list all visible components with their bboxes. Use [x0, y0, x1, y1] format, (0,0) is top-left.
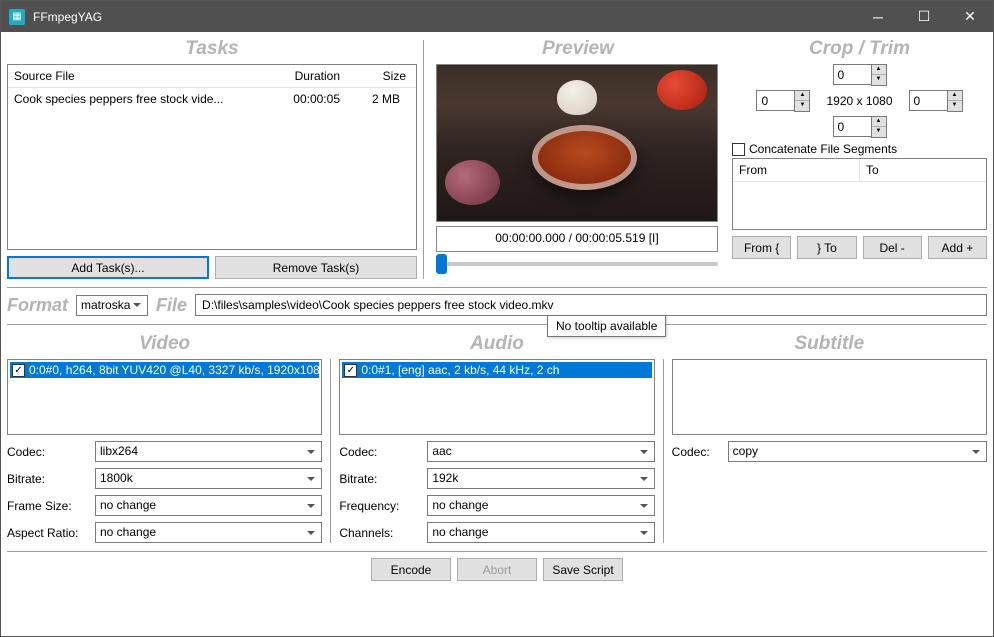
to-button[interactable]: } To	[797, 236, 856, 259]
concat-checkbox[interactable]	[732, 143, 745, 156]
preview-header: Preview	[430, 38, 726, 60]
video-aspect-label: Aspect Ratio:	[7, 526, 89, 540]
spin-down-icon[interactable]: ▼	[872, 75, 886, 85]
crop-top-input[interactable]: ▲▼	[833, 64, 887, 86]
crop-bottom-input[interactable]: ▲▼	[833, 116, 887, 138]
save-script-button[interactable]: Save Script	[543, 558, 623, 581]
video-bitrate-label: Bitrate:	[7, 472, 89, 486]
video-stream-item[interactable]: ✓ 0:0#0, h264, 8bit YUV420 @L40, 3327 kb…	[10, 362, 319, 378]
preview-image	[436, 64, 718, 222]
concat-label: Concatenate File Segments	[749, 142, 897, 156]
crop-dimensions: 1920 x 1080	[816, 94, 902, 108]
video-stream-list[interactable]: ✓ 0:0#0, h264, 8bit YUV420 @L40, 3327 kb…	[7, 359, 322, 435]
video-framesize-select[interactable]: no change	[95, 495, 322, 516]
file-label: File	[156, 295, 187, 316]
from-button[interactable]: From {	[732, 236, 791, 259]
audio-channels-select[interactable]: no change	[427, 522, 654, 543]
subtitle-codec-label: Codec:	[672, 445, 722, 459]
minimize-button[interactable]: ─	[855, 1, 901, 32]
spin-up-icon[interactable]: ▲	[872, 65, 886, 75]
subtitle-stream-list[interactable]	[672, 359, 987, 435]
col-duration[interactable]: Duration	[246, 65, 346, 87]
subtitle-header: Subtitle	[672, 333, 987, 355]
seg-col-from[interactable]: From	[733, 159, 860, 181]
add-task-button[interactable]: Add Task(s)...	[7, 256, 209, 279]
audio-bitrate-select[interactable]: 192k	[427, 468, 654, 489]
audio-stream-checkbox[interactable]: ✓	[344, 364, 357, 377]
del-button[interactable]: Del -	[863, 236, 922, 259]
video-header: Video	[7, 333, 322, 355]
task-source: Cook species peppers free stock vide...	[14, 92, 240, 106]
tooltip: No tooltip available	[547, 315, 666, 337]
subtitle-codec-select[interactable]: copy	[728, 441, 987, 462]
segments-table: From To	[732, 158, 987, 230]
maximize-button[interactable]: ☐	[901, 1, 947, 32]
tasks-header: Tasks	[7, 38, 417, 60]
audio-freq-label: Frequency:	[339, 499, 421, 513]
encode-button[interactable]: Encode	[371, 558, 451, 581]
close-button[interactable]: ✕	[947, 1, 993, 32]
task-size: 2 MB	[340, 92, 410, 106]
crop-left-input[interactable]: ▲▼	[756, 90, 810, 112]
audio-codec-label: Codec:	[339, 445, 421, 459]
task-row[interactable]: Cook species peppers free stock vide... …	[8, 88, 416, 110]
format-label: Format	[7, 295, 68, 316]
audio-bitrate-label: Bitrate:	[339, 472, 421, 486]
audio-freq-select[interactable]: no change	[427, 495, 654, 516]
video-stream-label: 0:0#0, h264, 8bit YUV420 @L40, 3327 kb/s…	[29, 363, 319, 377]
audio-stream-item[interactable]: ✓ 0:0#1, [eng] aac, 2 kb/s, 44 kHz, 2 ch	[342, 362, 651, 378]
audio-stream-list[interactable]: ✓ 0:0#1, [eng] aac, 2 kb/s, 44 kHz, 2 ch	[339, 359, 654, 435]
seg-col-to[interactable]: To	[860, 159, 986, 181]
format-select[interactable]: matroska	[76, 295, 148, 316]
crop-right-input[interactable]: ▲▼	[909, 90, 963, 112]
video-stream-checkbox[interactable]: ✓	[12, 364, 25, 377]
preview-content	[657, 70, 707, 110]
app-icon: ▦	[9, 9, 25, 25]
preview-timecode: 00:00:00.000 / 00:00:05.519 [I]	[436, 226, 718, 252]
video-framesize-label: Frame Size:	[7, 499, 89, 513]
video-bitrate-select[interactable]: 1800k	[95, 468, 322, 489]
audio-channels-label: Channels:	[339, 526, 421, 540]
file-input[interactable]	[195, 294, 987, 316]
video-aspect-select[interactable]: no change	[95, 522, 322, 543]
col-size[interactable]: Size	[346, 65, 416, 87]
audio-codec-select[interactable]: aac	[427, 441, 654, 462]
col-source[interactable]: Source File	[8, 65, 246, 87]
crop-header: Crop / Trim	[732, 38, 987, 60]
remove-task-button[interactable]: Remove Task(s)	[215, 256, 417, 279]
slider-thumb[interactable]	[436, 254, 447, 274]
preview-slider[interactable]	[436, 262, 718, 266]
tasks-table: Source File Duration Size Cook species p…	[7, 64, 417, 250]
window-title: FFmpegYAG	[33, 10, 855, 24]
titlebar: ▦ FFmpegYAG ─ ☐ ✕	[1, 1, 993, 32]
abort-button: Abort	[457, 558, 537, 581]
add-segment-button[interactable]: Add +	[928, 236, 987, 259]
video-codec-label: Codec:	[7, 445, 89, 459]
video-codec-select[interactable]: libx264	[95, 441, 322, 462]
audio-stream-label: 0:0#1, [eng] aac, 2 kb/s, 44 kHz, 2 ch	[361, 363, 559, 377]
task-duration: 00:00:05	[240, 92, 340, 106]
